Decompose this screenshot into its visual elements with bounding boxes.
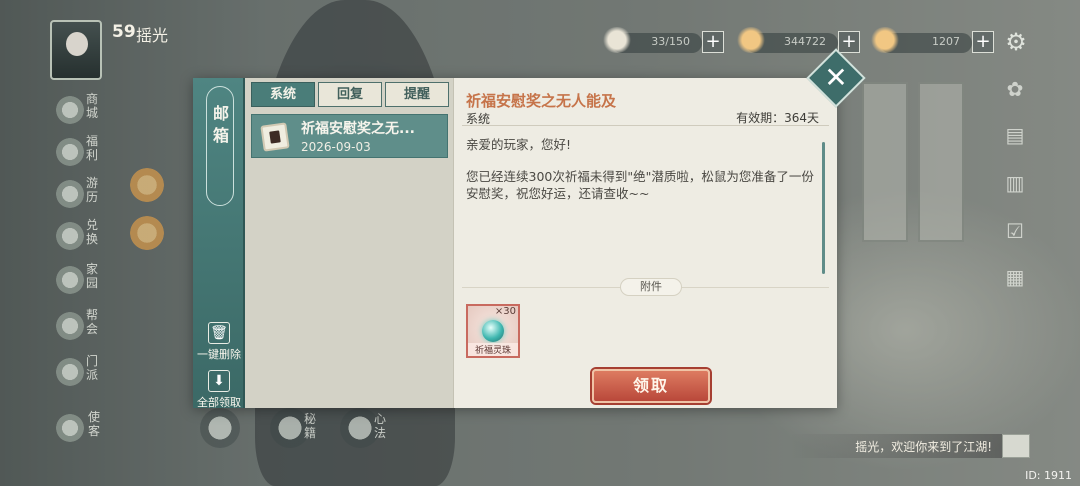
user-id: ID: 1911 [1025,469,1072,482]
mail-body-text: 您已经连续300次祈福未得到"绝"潜质啦，松鼠为您准备了一份安慰奖，祝您好运，还… [466,169,814,201]
chat-message: 摇光，欢迎你来到了江湖! [855,440,992,454]
bag-icon[interactable]: ✿ [1000,74,1030,104]
add-ingots-button[interactable]: + [972,31,994,53]
bottom-icon-1[interactable] [200,408,240,448]
mail-card-icon [260,122,290,152]
attachment-count: ×30 [494,306,516,317]
mail-greeting: 亲爱的玩家，您好! [466,137,572,152]
chat-bar[interactable]: 摇光，欢迎你来到了江湖! [790,434,1030,458]
sidebar-item-label: 福利 [86,134,99,162]
mail-body: 亲爱的玩家，您好! 您已经连续300次祈福未得到"绝"潜质啦，松鼠为您准备了一份… [466,136,818,217]
mail-item-date: 2026-09-03 [301,140,371,154]
player-level: 59 [112,22,136,42]
travel-icon [56,180,84,208]
tab-system[interactable]: 系统 [251,82,315,107]
sect-icon [56,358,84,386]
mail-body-scrollbar[interactable] [822,142,825,274]
event-icon-2[interactable] [130,216,164,250]
cloud-icon [602,27,632,53]
resource-value: 344722 [784,35,826,48]
attachment-label: 附件 [620,278,682,296]
mail-list-item[interactable]: 祈福安慰奖之无... 2026-09-03 [251,114,448,158]
home-icon [56,266,84,294]
shop-icon [56,96,84,124]
sidebar-item-label: 兑换 [86,218,99,246]
exchange-icon [56,222,84,250]
resource-ingots: 1207 + [870,27,994,53]
sidebar-item-label: 使客 [88,410,101,438]
sidebar-item-envoy[interactable]: 使客 [52,410,112,454]
mailbox-dialog: 邮箱 🗑 一键删除 ⬇ 全部领取 系统 回复 提醒 祈福安慰奖之无... 202… [193,78,837,410]
attachment-name: 祈福灵珠 [468,343,518,356]
mailbox-title: 邮箱 [213,104,230,145]
player-avatar[interactable] [50,20,102,80]
claim-all-label: 全部领取 [197,396,241,409]
claim-all-button[interactable]: ⬇ 全部领取 [193,370,245,410]
claim-button[interactable]: 领取 [592,369,710,403]
bottom-item-label: 心法 [374,412,387,440]
journal-icon[interactable]: ▦ [1000,262,1030,292]
sidebar-item-label: 门派 [86,354,99,382]
resource-coins: 344722 + [736,27,860,53]
task-icon[interactable]: ☑ [1000,216,1030,246]
mail-item-title: 祈福安慰奖之无... [301,121,415,137]
gold-ingot-icon [870,27,900,53]
mail-subject: 祈福安慰奖之无人能及 [466,92,617,110]
envoy-icon [56,414,84,442]
mail-detail-pane: 祈福安慰奖之无人能及 系统 有效期：364天 亲爱的玩家，您好! 您已经连续30… [453,78,837,408]
mailbox-title-frame: 邮箱 [206,86,234,206]
sidebar-item-label: 帮会 [86,308,99,336]
tab-reply[interactable]: 回复 [318,82,382,107]
resource-value: 33/150 [651,35,690,48]
mail-list-pane: 系统 回复 提醒 祈福安慰奖之无... 2026-09-03 [248,78,453,408]
claim-all-icon: ⬇ [208,370,230,392]
resource-stamina: 33/150 + [602,27,724,53]
event-icon[interactable] [130,168,164,202]
sidebar-item-travel[interactable]: 游历 [52,176,112,220]
sidebar-item-home[interactable]: 家园 [52,262,112,306]
add-coins-button[interactable]: + [838,31,860,53]
close-icon[interactable]: ✕ [815,57,857,99]
trash-icon: 🗑 [208,322,230,344]
sidebar-item-exchange[interactable]: 兑换 [52,218,112,262]
delete-all-button[interactable]: 🗑 一键删除 [193,322,245,362]
mail-validity: 有效期：364天 [736,111,819,125]
sidebar-item-sect[interactable]: 门派 [52,354,112,398]
sidebar-item-guild[interactable]: 帮会 [52,308,112,352]
mailbox-sidebar: 邮箱 🗑 一键删除 ⬇ 全部领取 [193,78,245,410]
chat-expand-button[interactable] [1002,434,1030,458]
book-icon[interactable]: ▤ [1000,120,1030,150]
guild-icon [56,312,84,340]
coin-icon [736,27,766,53]
divider [462,125,829,126]
tab-reminder[interactable]: 提醒 [385,82,449,107]
welfare-icon [56,138,84,166]
resource-value: 1207 [932,35,960,48]
sidebar-item-label: 商城 [86,92,99,120]
bottom-item-label: 秘籍 [304,412,317,440]
sidebar-item-welfare[interactable]: 福利 [52,134,112,178]
delete-all-label: 一键删除 [197,348,241,361]
prayer-orb-icon [482,320,504,342]
add-stamina-button[interactable]: + [702,31,724,53]
sidebar-item-shop[interactable]: 商城 [52,92,112,136]
attachment-item[interactable]: ×30 祈福灵珠 [466,304,520,358]
sidebar-item-label: 游历 [86,176,99,204]
gear-icon[interactable]: ⚙ [1003,29,1029,55]
player-name: 摇光 [136,26,169,45]
scroll-icon[interactable]: ▥ [1000,168,1030,198]
sidebar-item-label: 家园 [86,262,99,290]
